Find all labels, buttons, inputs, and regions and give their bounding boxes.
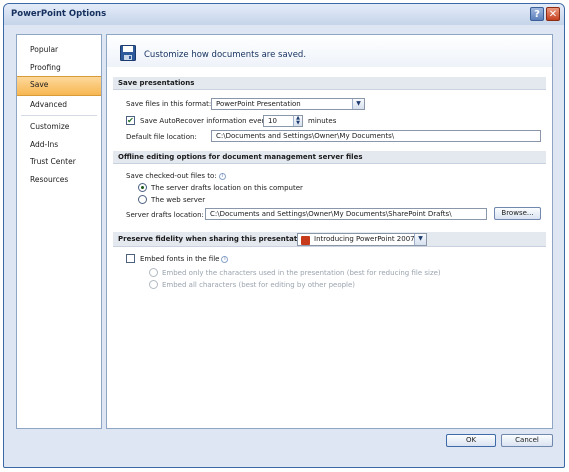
nav-item-customize[interactable]: Customize xyxy=(17,118,101,136)
radio-server-drafts[interactable] xyxy=(138,183,147,192)
save-settings-panel: Customize how documents are saved. Save … xyxy=(106,34,553,429)
radio-embed-all[interactable] xyxy=(149,280,158,289)
powerpoint-file-icon xyxy=(301,236,310,245)
nav-item-save[interactable]: Save xyxy=(17,76,101,96)
nav-divider xyxy=(21,115,97,116)
info-icon: i xyxy=(218,172,226,180)
radio-selected-dot xyxy=(141,186,144,189)
checkout-label-text: Save checked-out files to: xyxy=(126,172,217,180)
radio-web-server-label: The web server xyxy=(151,196,206,204)
drafts-location-value: C:\Documents and Settings\Owner\My Docum… xyxy=(210,210,452,218)
radio-server-drafts-label: The server drafts location on this compu… xyxy=(151,184,303,192)
default-location-label: Default file location: xyxy=(126,133,197,141)
save-disk-icon xyxy=(120,45,136,61)
nav-item-advanced[interactable]: Advanced xyxy=(17,96,101,114)
chevron-down-icon: ▼ xyxy=(414,234,426,245)
section-heading: Preserve fidelity when sharing this pres… xyxy=(118,235,313,243)
radio-embed-all-label: Embed all characters (best for editing b… xyxy=(162,281,356,289)
radio-web-server[interactable] xyxy=(138,195,147,204)
nav-item-proofing[interactable]: Proofing xyxy=(17,59,101,77)
embed-fonts-checkbox[interactable] xyxy=(126,254,135,263)
format-label: Save files in this format: xyxy=(126,100,212,108)
category-nav: Popular Proofing Save Advanced Customize… xyxy=(16,34,102,429)
nav-item-add-ins[interactable]: Add-Ins xyxy=(17,136,101,154)
autorecover-minutes-stepper[interactable]: 10 ▲ ▼ xyxy=(263,115,303,127)
browse-button[interactable]: Browse... xyxy=(494,207,541,220)
autorecover-label: Save AutoRecover information every xyxy=(140,117,269,125)
embed-fonts-label-text: Embed fonts in the file xyxy=(140,255,220,263)
info-icon: i xyxy=(221,255,229,263)
spin-arrows-icon[interactable]: ▲ ▼ xyxy=(293,116,302,126)
title-bar[interactable]: PowerPoint Options ? ✕ xyxy=(4,4,564,25)
autorecover-checkbox[interactable]: ✔ xyxy=(126,116,135,125)
minutes-label: minutes xyxy=(308,117,337,125)
default-location-value: C:\Documents and Settings\Owner\My Docum… xyxy=(216,132,395,140)
radio-embed-only-used-label: Embed only the characters used in the pr… xyxy=(162,269,441,277)
panel-header: Customize how documents are saved. xyxy=(107,35,552,67)
nav-item-popular[interactable]: Popular xyxy=(17,41,101,59)
help-button[interactable]: ? xyxy=(530,7,544,21)
checkout-label: Save checked-out files to: i xyxy=(126,172,226,180)
section-save-presentations: Save presentations xyxy=(113,77,546,90)
window-title: PowerPoint Options xyxy=(11,9,107,19)
embed-fonts-label: Embed fonts in the file i xyxy=(140,255,229,263)
presentation-dropdown[interactable]: Introducing PowerPoint 2007 ▼ xyxy=(297,233,427,246)
panel-header-text: Customize how documents are saved. xyxy=(144,50,307,60)
radio-embed-only-used[interactable] xyxy=(149,268,158,277)
nav-item-resources[interactable]: Resources xyxy=(17,171,101,189)
drafts-location-input[interactable]: C:\Documents and Settings\Owner\My Docum… xyxy=(205,208,487,220)
drafts-location-label: Server drafts location: xyxy=(126,211,204,219)
powerpoint-options-dialog: PowerPoint Options ? ✕ Popular Proofing … xyxy=(3,3,565,468)
section-heading: Offline editing options for document man… xyxy=(118,153,363,161)
autorecover-minutes-value: 10 xyxy=(268,117,277,125)
file-format-dropdown[interactable]: PowerPoint Presentation ▼ xyxy=(211,98,365,110)
section-heading: Save presentations xyxy=(118,79,195,87)
ok-button[interactable]: OK xyxy=(446,434,496,447)
section-offline-editing: Offline editing options for document man… xyxy=(113,151,546,164)
presentation-value: Introducing PowerPoint 2007 xyxy=(314,235,415,243)
default-location-input[interactable]: C:\Documents and Settings\Owner\My Docum… xyxy=(211,130,541,142)
file-format-value: PowerPoint Presentation xyxy=(216,100,301,108)
cancel-button[interactable]: Cancel xyxy=(501,434,553,447)
nav-item-trust-center[interactable]: Trust Center xyxy=(17,153,101,171)
chevron-down-icon: ▼ xyxy=(352,99,364,109)
close-button[interactable]: ✕ xyxy=(546,7,560,21)
